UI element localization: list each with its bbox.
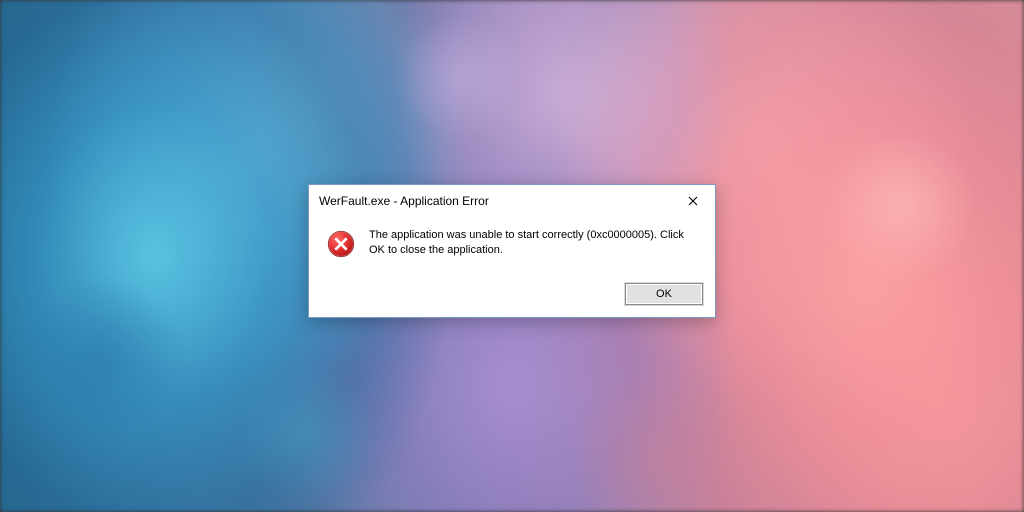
dialog-message: The application was unable to start corr… xyxy=(369,228,701,258)
dialog-title: WerFault.exe - Application Error xyxy=(319,194,489,208)
dialog-button-row: OK xyxy=(309,277,715,317)
dialog-content: The application was unable to start corr… xyxy=(309,216,715,277)
close-icon xyxy=(688,196,698,206)
close-button[interactable] xyxy=(679,191,707,211)
dialog-titlebar: WerFault.exe - Application Error xyxy=(309,185,715,216)
ok-button[interactable]: OK xyxy=(625,283,703,305)
error-dialog: WerFault.exe - Application Error xyxy=(308,184,716,318)
error-icon xyxy=(327,230,355,263)
